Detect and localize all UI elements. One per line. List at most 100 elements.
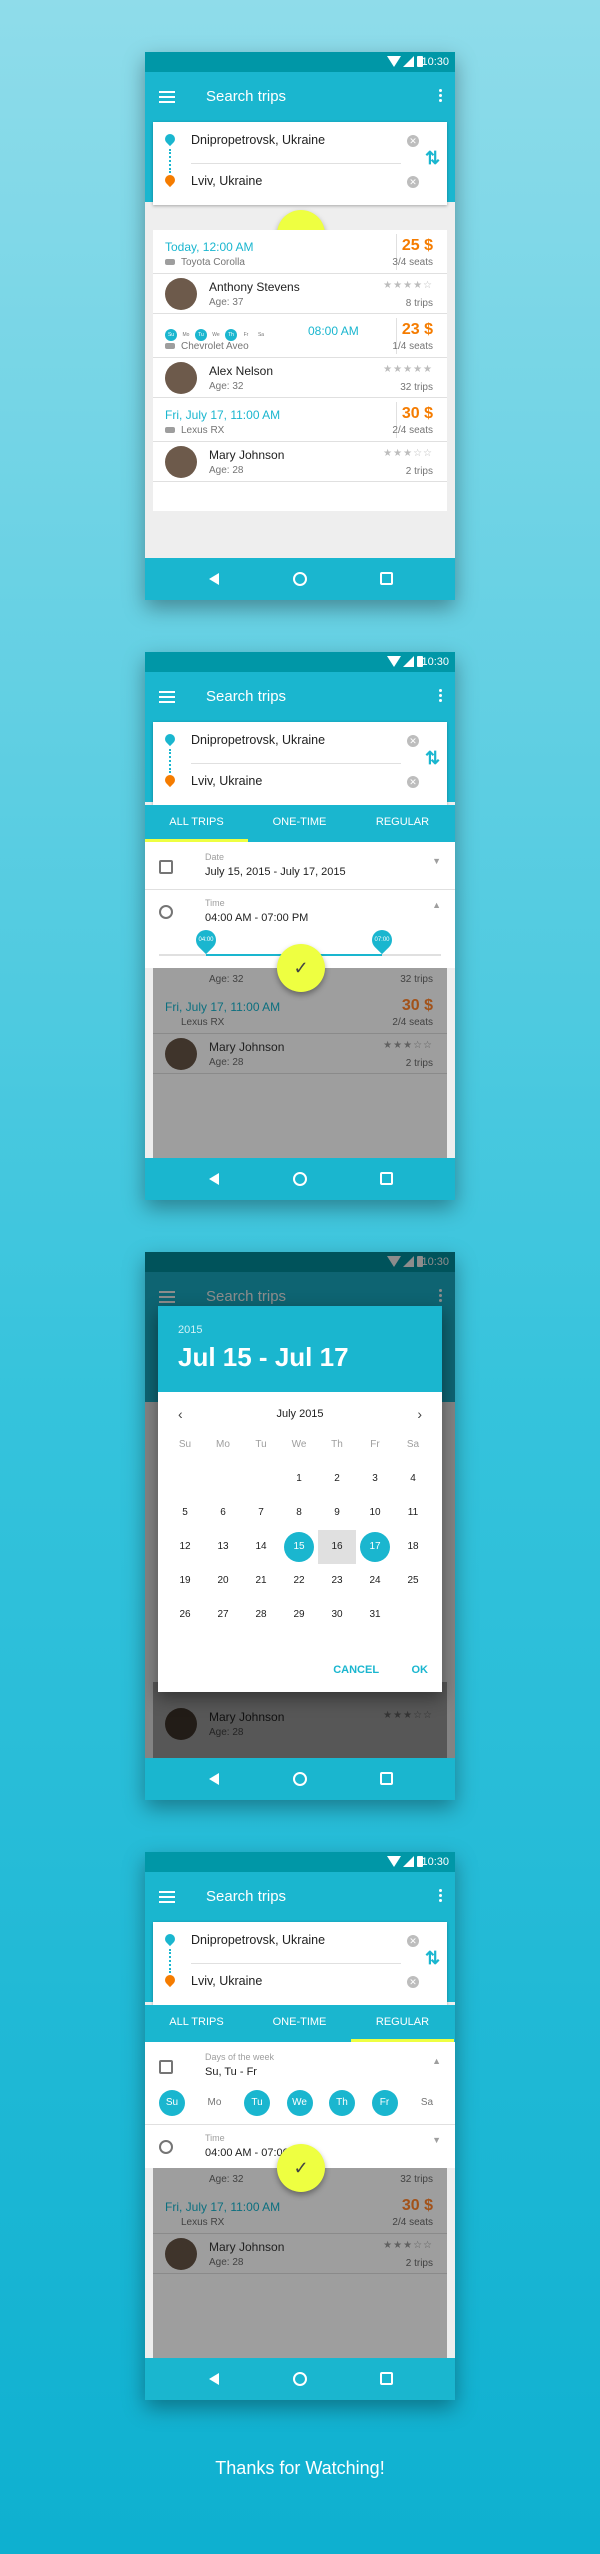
swap-route-icon[interactable]: ⇅	[425, 148, 440, 169]
clear-destination-icon[interactable]: ✕	[407, 1976, 419, 1988]
tab-one-time[interactable]: One-time	[248, 2016, 351, 2028]
calendar-day[interactable]: 14	[242, 1530, 280, 1564]
more-options-icon[interactable]	[439, 689, 443, 705]
driver-trips: 32 trips	[400, 382, 433, 393]
home-icon[interactable]	[293, 572, 307, 586]
swap-route-icon[interactable]: ⇅	[425, 748, 440, 769]
slider-end-handle[interactable]: 07:00	[368, 925, 397, 955]
selected-year[interactable]: 2015	[178, 1324, 202, 1336]
calendar-day[interactable]: 7	[242, 1496, 280, 1530]
menu-icon[interactable]	[159, 691, 175, 703]
calendar-day[interactable]: 3	[356, 1462, 394, 1496]
chevron-down-icon[interactable]: ▼	[432, 2135, 441, 2145]
more-options-icon[interactable]	[439, 1889, 443, 1905]
calendar-day[interactable]: 29	[280, 1598, 318, 1632]
calendar-day[interactable]: 19	[166, 1564, 204, 1598]
tab-one-time[interactable]: One-time	[248, 816, 351, 828]
calendar-day[interactable]: 18	[394, 1530, 432, 1564]
clear-origin-icon[interactable]: ✕	[407, 1935, 419, 1947]
swap-route-icon[interactable]: ⇅	[425, 1948, 440, 1969]
weekday-chip[interactable]: Tu	[244, 2090, 270, 2116]
tab-regular[interactable]: Regular	[351, 2016, 454, 2028]
more-options-icon[interactable]	[439, 89, 443, 105]
clear-origin-icon[interactable]: ✕	[407, 735, 419, 747]
recent-apps-icon[interactable]	[380, 1772, 393, 1785]
tab-all-trips[interactable]: All trips	[145, 2016, 248, 2028]
route-search-card: Dnipropetrovsk, Ukraine Lviv, Ukraine ✕ …	[153, 722, 447, 805]
clear-origin-icon[interactable]: ✕	[407, 135, 419, 147]
calendar-day[interactable]: 12	[166, 1530, 204, 1564]
calendar-day[interactable]: 20	[204, 1564, 242, 1598]
back-icon[interactable]	[209, 2373, 219, 2385]
destination-field[interactable]: Lviv, Ukraine	[191, 774, 262, 788]
calendar-day[interactable]: 24	[356, 1564, 394, 1598]
home-icon[interactable]	[293, 2372, 307, 2386]
back-icon[interactable]	[209, 573, 219, 585]
home-icon[interactable]	[293, 1772, 307, 1786]
origin-field[interactable]: Dnipropetrovsk, Ukraine	[191, 133, 325, 147]
calendar-day[interactable]: 27	[204, 1598, 242, 1632]
calendar-day[interactable]: 23	[318, 1564, 356, 1598]
trip-row[interactable]: Today, 12:00 AM Toyota Corolla 25 $ 3/4 …	[153, 230, 447, 274]
days-value: Su, Tu - Fr	[205, 2066, 257, 2078]
destination-field[interactable]: Lviv, Ukraine	[191, 1974, 262, 1988]
recent-apps-icon[interactable]	[380, 2372, 393, 2385]
chevron-up-icon[interactable]: ▲	[432, 2056, 441, 2066]
driver-row[interactable]: Anthony Stevens Age: 37 ★★★★☆ 8 trips	[153, 274, 447, 314]
destination-field[interactable]: Lviv, Ukraine	[191, 174, 262, 188]
weekday-chip[interactable]: Su	[159, 2090, 185, 2116]
cancel-button[interactable]: CANCEL	[333, 1664, 379, 1676]
calendar-day[interactable]: 21	[242, 1564, 280, 1598]
tab-regular[interactable]: Regular	[351, 816, 454, 828]
driver-row[interactable]: Mary Johnson Age: 28 ★★★☆☆ 2 trips	[153, 442, 447, 482]
home-icon[interactable]	[293, 1172, 307, 1186]
calendar-day[interactable]: 15	[280, 1530, 318, 1564]
calendar-day[interactable]: 8	[280, 1496, 318, 1530]
calendar-day[interactable]: 28	[242, 1598, 280, 1632]
back-icon[interactable]	[209, 1773, 219, 1785]
calendar-day[interactable]: 25	[394, 1564, 432, 1598]
clear-destination-icon[interactable]: ✕	[407, 776, 419, 788]
calendar-day[interactable]: 17	[356, 1530, 394, 1564]
back-icon[interactable]	[209, 1173, 219, 1185]
trip-row[interactable]: Fri, July 17, 11:00 AM Lexus RX 30 $ 2/4…	[153, 398, 447, 442]
trip-row[interactable]: Su Mo Tu We Th Fr Sa 08:00 AM Chevrolet Aveo 2…	[153, 314, 447, 358]
driver-row[interactable]: Alex Nelson Age: 32 ★★★★★ 32 trips	[153, 358, 447, 398]
apply-filter-fab[interactable]: ✓	[277, 2144, 325, 2192]
calendar-day[interactable]: 1	[280, 1462, 318, 1496]
calendar-day[interactable]: 10	[356, 1496, 394, 1530]
chevron-up-icon[interactable]: ▲	[432, 900, 441, 910]
calendar-day[interactable]: 30	[318, 1598, 356, 1632]
calendar-day[interactable]: 2	[318, 1462, 356, 1496]
date-value[interactable]: July 15, 2015 - July 17, 2015	[205, 866, 346, 878]
calendar-day[interactable]: 9	[318, 1496, 356, 1530]
calendar-day[interactable]: 11	[394, 1496, 432, 1530]
calendar-day[interactable]: 5	[166, 1496, 204, 1530]
recent-apps-icon[interactable]	[380, 1172, 393, 1185]
calendar-day[interactable]: 26	[166, 1598, 204, 1632]
route-connector	[169, 149, 171, 173]
slider-start-handle[interactable]: 04:00	[191, 925, 221, 955]
tab-all-trips[interactable]: All trips	[145, 816, 248, 828]
weekday-chip[interactable]: Th	[329, 2090, 355, 2116]
weekday-chip[interactable]: We	[286, 2090, 313, 2116]
calendar-day[interactable]: 16	[318, 1530, 356, 1564]
menu-icon[interactable]	[159, 91, 175, 103]
clear-destination-icon[interactable]: ✕	[407, 176, 419, 188]
weekday-chip[interactable]: Mo	[202, 2090, 228, 2116]
menu-icon[interactable]	[159, 1891, 175, 1903]
origin-field[interactable]: Dnipropetrovsk, Ukraine	[191, 1933, 325, 1947]
calendar-day[interactable]: 31	[356, 1598, 394, 1632]
next-month-icon[interactable]: ›	[417, 1406, 422, 1422]
origin-field[interactable]: Dnipropetrovsk, Ukraine	[191, 733, 325, 747]
chevron-down-icon[interactable]: ▼	[432, 856, 441, 866]
weekday-chip[interactable]: Sa	[414, 2090, 440, 2116]
recent-apps-icon[interactable]	[380, 572, 393, 585]
weekday-chip[interactable]: Fr	[371, 2090, 398, 2116]
calendar-day[interactable]: 22	[280, 1564, 318, 1598]
calendar-day[interactable]: 13	[204, 1530, 242, 1564]
apply-filter-fab[interactable]: ✓	[277, 944, 325, 992]
calendar-day[interactable]: 6	[204, 1496, 242, 1530]
calendar-day[interactable]: 4	[394, 1462, 432, 1496]
ok-button[interactable]: OK	[412, 1664, 429, 1676]
